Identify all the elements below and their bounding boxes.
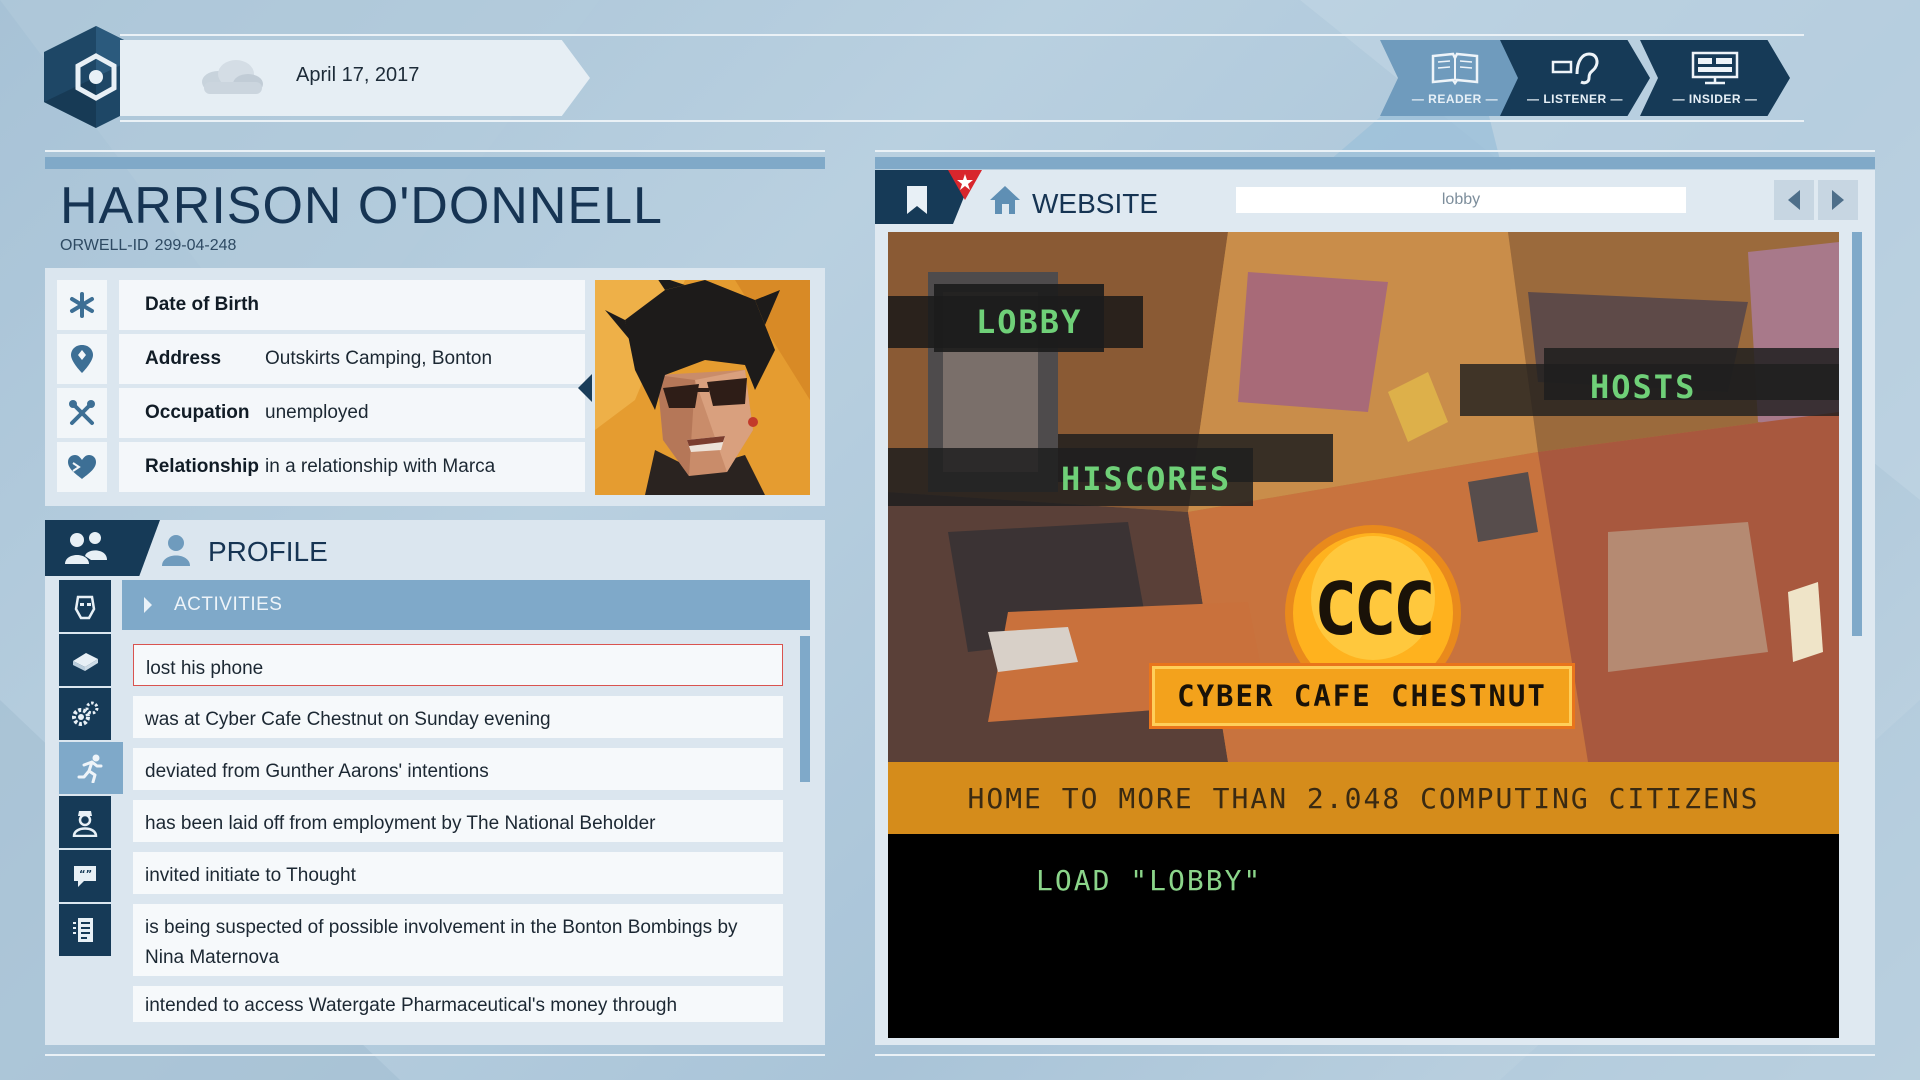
mode-tab-reader-label: — READER — bbox=[1411, 92, 1499, 106]
arrow-left-icon bbox=[1788, 190, 1800, 210]
menu-link-hiscores[interactable]: HISCORES bbox=[888, 434, 1333, 506]
category-records-button[interactable] bbox=[59, 904, 111, 956]
activity-item[interactable]: invited initiate to Thought bbox=[133, 852, 783, 894]
browser-scrollbar[interactable] bbox=[1852, 232, 1862, 636]
arrow-right-icon bbox=[1832, 190, 1844, 210]
info-label: Date of Birth bbox=[145, 294, 259, 315]
category-documents-button[interactable] bbox=[59, 634, 111, 686]
info-value: in a relationship with Marca bbox=[265, 456, 496, 477]
activity-item[interactable]: deviated from Gunther Aarons' intentions bbox=[133, 748, 783, 790]
left-panel-header-bar bbox=[45, 157, 825, 169]
activity-item[interactable]: intended to access Watergate Pharmaceuti… bbox=[133, 986, 783, 1022]
activities-section-header[interactable]: ACTIVITIES bbox=[122, 580, 810, 630]
asterisk-icon bbox=[57, 280, 107, 330]
cafe-brand-banner: CYBER CAFE CHESTNUT bbox=[1152, 666, 1572, 726]
url-field[interactable] bbox=[1236, 187, 1686, 213]
alert-flag-icon bbox=[948, 170, 982, 200]
menu-link-lobby[interactable]: LOBBY bbox=[888, 284, 1143, 352]
mode-tab-listener[interactable]: — LISTENER — bbox=[1500, 40, 1650, 116]
menu-link-hosts-label: HOSTS bbox=[1590, 368, 1697, 406]
running-person-icon bbox=[77, 754, 103, 783]
info-body: Date of Birth bbox=[119, 280, 585, 330]
category-police-button[interactable] bbox=[59, 796, 111, 848]
info-row-address[interactable]: Address Outskirts Camping, Bonton bbox=[57, 334, 631, 384]
bookmark-icon bbox=[907, 186, 927, 214]
mode-tab-listener-label: — LISTENER — bbox=[1526, 92, 1623, 106]
right-panel-header-bar bbox=[875, 157, 1875, 169]
chat-bubble-icon: “” bbox=[74, 866, 96, 887]
monitor-icon bbox=[1691, 51, 1739, 85]
book-icon bbox=[1431, 52, 1479, 86]
location-pin-icon bbox=[57, 334, 107, 384]
activity-item[interactable]: lost his phone bbox=[133, 644, 783, 686]
gears-icon bbox=[72, 701, 99, 726]
info-body: Relationship in a relationship with Marc… bbox=[119, 442, 585, 492]
document-list-icon bbox=[73, 918, 93, 942]
info-label: Relationship bbox=[145, 456, 260, 477]
home-icon bbox=[990, 186, 1020, 214]
category-identity-button[interactable] bbox=[59, 580, 111, 632]
orwell-id-value: 299-04-248 bbox=[154, 237, 237, 254]
mode-tab-insider-label: — INSIDER — bbox=[1672, 92, 1758, 106]
category-messages-button[interactable]: “” bbox=[59, 850, 111, 902]
face-icon bbox=[74, 595, 96, 620]
person-icon bbox=[162, 535, 190, 566]
website-label: WEBSITE bbox=[1032, 188, 1159, 219]
orwell-id-label: ORWELL-ID bbox=[60, 237, 149, 254]
svg-text:“”: “” bbox=[79, 869, 92, 880]
officer-icon bbox=[72, 811, 98, 837]
portrait-pointer bbox=[578, 374, 592, 402]
info-value: Outskirts Camping, Bonton bbox=[265, 348, 493, 369]
profile-title: PROFILE bbox=[208, 536, 328, 567]
person-portrait[interactable] bbox=[595, 280, 810, 495]
tools-icon bbox=[57, 388, 107, 438]
info-label: Occupation bbox=[145, 402, 250, 423]
left-panel-top-rule bbox=[45, 150, 825, 152]
book-stack-icon bbox=[73, 653, 98, 671]
cafe-tagline: HOME TO MORE THAN 2.048 COMPUTING CITIZE… bbox=[888, 762, 1839, 834]
back-button[interactable] bbox=[1774, 180, 1814, 220]
mode-tab-insider[interactable]: — INSIDER — bbox=[1640, 40, 1790, 116]
info-row-date-of-birth[interactable]: Date of Birth bbox=[57, 280, 631, 330]
heart-icon bbox=[57, 442, 107, 492]
activities-scrollbar[interactable] bbox=[800, 636, 810, 782]
website-content: LOBBY HOSTS HISCORES CCC CYBER CAFE CHES… bbox=[888, 232, 1839, 1038]
cloud-icon bbox=[202, 60, 263, 94]
menu-link-lobby-label: LOBBY bbox=[976, 303, 1083, 341]
right-panel-top-rule bbox=[875, 150, 1875, 152]
info-body: Occupation unemployed bbox=[119, 388, 585, 438]
info-row-occupation[interactable]: Occupation unemployed bbox=[57, 388, 631, 438]
menu-link-hosts[interactable]: HOSTS bbox=[1460, 348, 1839, 416]
orwell-id: ORWELL-ID 299-04-248 bbox=[60, 237, 236, 255]
menu-link-hiscores-label: HISCORES bbox=[1061, 460, 1232, 498]
info-label: Address bbox=[145, 348, 222, 369]
cafe-logo-text: CCC bbox=[1314, 567, 1432, 651]
category-activities-button[interactable] bbox=[59, 742, 123, 794]
ear-icon bbox=[1551, 52, 1599, 85]
info-value: unemployed bbox=[265, 402, 369, 423]
activities-section-title: ACTIVITIES bbox=[174, 594, 283, 615]
activity-item[interactable]: is being suspected of possible involveme… bbox=[133, 904, 783, 976]
activity-item[interactable]: was at Cyber Cafe Chestnut on Sunday eve… bbox=[133, 696, 783, 738]
person-name: HARRISON O'DONNELL bbox=[60, 177, 663, 235]
current-date: April 17, 2017 bbox=[296, 64, 420, 86]
forward-button[interactable] bbox=[1818, 180, 1858, 220]
left-panel-bottom-rule bbox=[45, 1054, 825, 1056]
expand-arrow-icon bbox=[144, 597, 152, 613]
info-body: Address Outskirts Camping, Bonton bbox=[119, 334, 585, 384]
info-row-relationship[interactable]: Relationship in a relationship with Marc… bbox=[57, 442, 631, 492]
category-settings-button[interactable] bbox=[59, 688, 111, 740]
right-panel-bottom-rule bbox=[875, 1054, 1875, 1056]
console-command: LOAD "LOBBY" bbox=[1036, 864, 1263, 897]
activity-item[interactable]: has been laid off from employment by The… bbox=[133, 800, 783, 842]
